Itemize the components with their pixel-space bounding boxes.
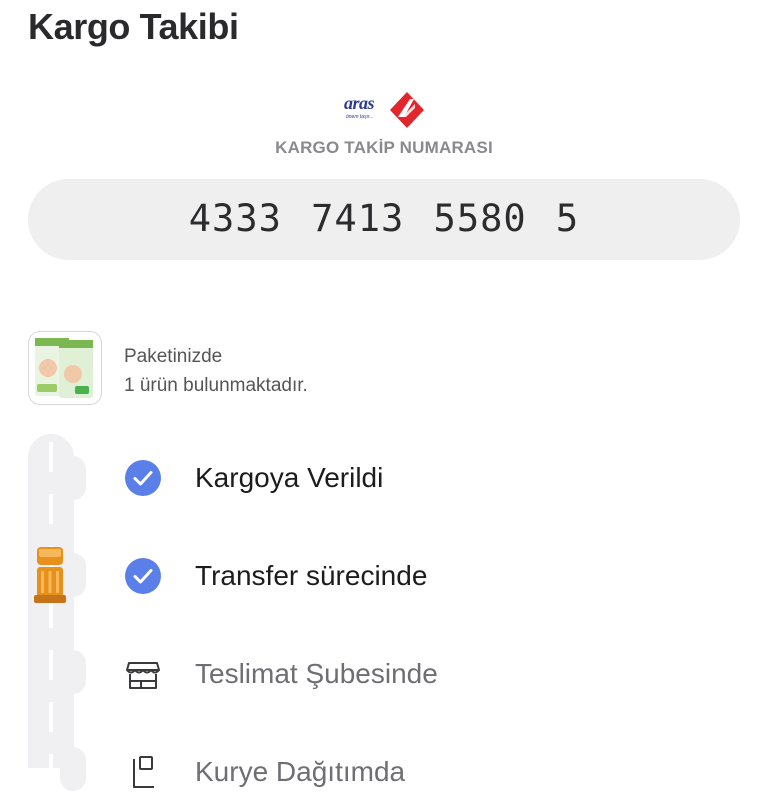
road-lane-line: [49, 442, 53, 768]
tracking-number: 4333 7413 5580 5: [188, 197, 580, 240]
step-label: Transfer sürecinde: [195, 560, 428, 591]
check-circle-icon: [124, 459, 162, 497]
diaper-pack-image: [35, 338, 93, 398]
aras-diamond-icon: [390, 92, 424, 128]
truck-icon: [34, 547, 66, 603]
logo-tagline: önem taşır...: [346, 114, 374, 120]
road-curve: [60, 650, 86, 694]
product-thumbnail[interactable]: [28, 331, 102, 405]
step-label: Teslimat Şubesinde: [195, 658, 438, 689]
tracking-number-box[interactable]: 4333 7413 5580 5: [28, 179, 740, 260]
courier-icon: [124, 753, 162, 791]
step-transfer-surecinde[interactable]: Transfer sürecinde: [124, 551, 427, 601]
page-title: Kargo Takibi: [28, 6, 239, 47]
step-teslimat-subesinde[interactable]: Teslimat Şubesinde: [124, 649, 438, 699]
step-kargoya-verildi[interactable]: Kargoya Verildi: [124, 453, 383, 503]
store-icon: [124, 655, 162, 693]
package-line-1: Paketinizde: [124, 346, 223, 367]
road-curve: [60, 456, 86, 500]
package-line-2: 1 ürün bulunmaktadır.: [124, 375, 308, 396]
step-label: Kargoya Verildi: [195, 462, 384, 493]
step-kurye-dagitimda[interactable]: Kurye Dağıtımda: [124, 747, 405, 797]
step-label: Kurye Dağıtımda: [195, 756, 406, 787]
package-summary: Paketinizde 1 ürün bulunmaktadır.: [124, 342, 308, 400]
road-curve: [60, 747, 86, 791]
tracking-number-label: KARGO TAKİP NUMARASI: [275, 138, 493, 157]
aras-kargo-logo: aras önem taşır...: [340, 88, 430, 130]
logo-wordmark: aras: [344, 93, 375, 113]
check-circle-icon: [124, 557, 162, 595]
